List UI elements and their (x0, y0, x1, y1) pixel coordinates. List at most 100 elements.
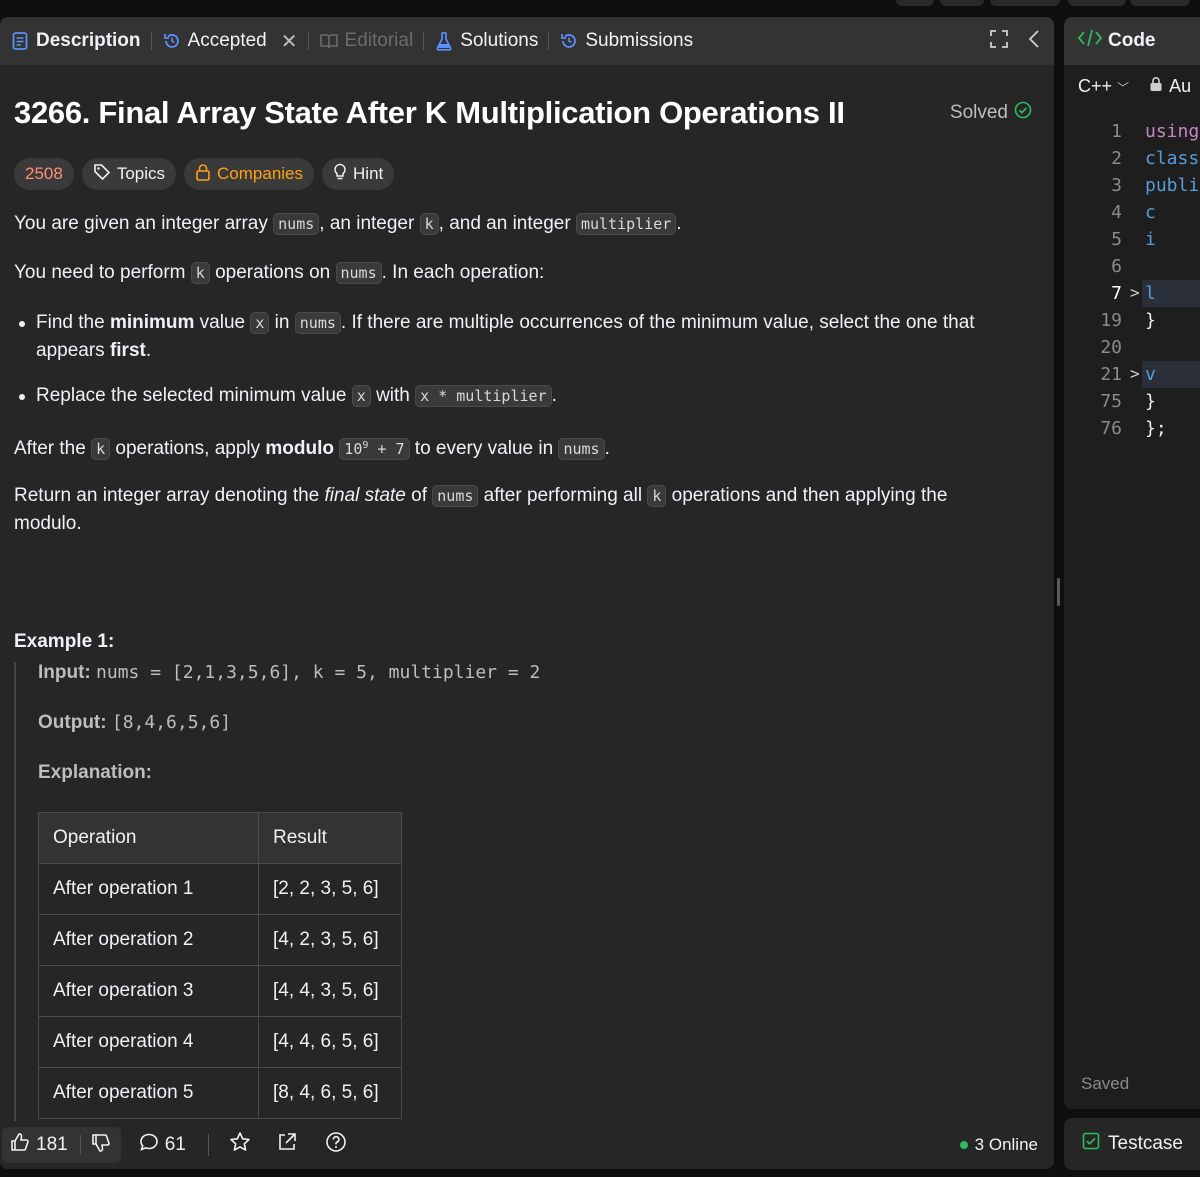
problem-title[interactable]: 3266. Final Array State After K Multipli… (14, 95, 845, 131)
bottom-toolbar: 181 61 3 Online (0, 1121, 1054, 1169)
topics-chip[interactable]: Topics (81, 158, 177, 190)
text: Replace the selected minimum value (36, 385, 352, 406)
tab-solutions[interactable]: Solutions (434, 17, 538, 65)
share-icon (277, 1132, 297, 1158)
fold-chevron-icon[interactable]: > (1130, 364, 1140, 383)
code-nums: nums (335, 262, 382, 284)
document-icon (10, 31, 30, 51)
close-icon[interactable]: ✕ (281, 29, 298, 54)
code-brackets-icon (1077, 29, 1103, 53)
text: , an integer (319, 213, 420, 234)
book-icon (319, 31, 339, 51)
table-cell: After operation 1 (38, 863, 259, 915)
text: Find the (36, 312, 110, 333)
code-line: 6 (1064, 253, 1200, 280)
code-line: 19 } (1064, 307, 1200, 334)
code-x: x (250, 312, 270, 334)
tab-accepted[interactable]: Accepted ✕ (162, 17, 298, 65)
text: You are given an integer array (14, 213, 274, 234)
text: . In each operation: (381, 262, 545, 283)
topics-label: Topics (116, 164, 166, 183)
comments-button[interactable]: 61 (139, 1132, 186, 1158)
language-select[interactable]: C++ ﹀ (1078, 76, 1129, 97)
auto-toggle[interactable]: Au (1149, 76, 1191, 97)
code-nums: nums (432, 485, 479, 507)
panel-resize-handle[interactable] (1057, 578, 1060, 606)
fold-chevron-icon[interactable]: > (1130, 283, 1140, 302)
text: + 7 (368, 440, 405, 458)
top-nub (940, 0, 984, 6)
dislike-button[interactable] (81, 1133, 121, 1158)
table-cell: After operation 5 (38, 1067, 259, 1119)
example-title: Example 1: (14, 631, 115, 652)
tab-label: Description (36, 30, 141, 51)
tab-submissions[interactable]: Submissions (559, 17, 693, 65)
desc-paragraph-4: Return an integer array denoting the fin… (14, 482, 1014, 538)
bullet-dot (19, 321, 25, 327)
comment-count: 61 (164, 1134, 186, 1155)
code-nums: nums (294, 312, 341, 334)
text: Return an integer array denoting the (14, 485, 325, 506)
code-line: 1 using (1064, 118, 1200, 145)
code-line: 20 (1064, 334, 1200, 361)
table-cell: [4, 4, 3, 5, 6] (258, 965, 402, 1017)
save-status: Saved (1081, 1074, 1130, 1093)
code-multiplier: multiplier (575, 213, 677, 235)
code-line: 2 class (1064, 145, 1200, 172)
tab-divider (307, 32, 309, 50)
code-text: v (1145, 364, 1156, 385)
language-label: C++ (1078, 75, 1113, 96)
hint-chip[interactable]: Hint (322, 158, 395, 190)
text: operations on (209, 262, 336, 283)
tab-divider (548, 32, 550, 50)
code-text: }; (1145, 418, 1167, 439)
table-cell: After operation 2 (38, 914, 259, 966)
code-panel-title: Code (1108, 30, 1156, 51)
companies-label: Companies (217, 164, 304, 183)
example-output: Output: [8,4,6,5,6] (38, 712, 231, 734)
line-number: 4 (1111, 202, 1122, 223)
table-cell: [4, 2, 3, 5, 6] (258, 914, 402, 966)
tab-label: Submissions (585, 30, 694, 51)
code-text: using (1145, 121, 1200, 142)
text: value (194, 312, 251, 333)
share-button[interactable] (277, 1132, 297, 1158)
companies-chip[interactable]: Companies (184, 158, 315, 190)
fullscreen-icon[interactable] (990, 29, 1008, 53)
favorite-button[interactable] (229, 1131, 251, 1159)
code-line: 75 } (1064, 388, 1200, 415)
thumbs-down-icon (91, 1133, 111, 1158)
line-number: 75 (1100, 391, 1122, 412)
tabbar-actions (990, 17, 1040, 65)
code-modulus: 109 + 7 (339, 438, 410, 460)
bold-text: modulo (265, 438, 335, 459)
tab-description[interactable]: Description (10, 17, 141, 65)
line-number: 20 (1100, 337, 1122, 358)
output-value: [8,4,6,5,6] (111, 712, 232, 733)
table-row: After operation 2 [4, 2, 3, 5, 6] (38, 914, 402, 966)
code-x: x (351, 385, 371, 407)
line-number: 2 (1111, 148, 1122, 169)
column-header: Operation (38, 812, 259, 864)
lightbulb-icon (333, 163, 347, 186)
question-circle-icon (325, 1131, 347, 1159)
code-editor[interactable]: 1 using 2 class 3 publi 4 c 5 i 6 7 > l 19 }… (1064, 118, 1200, 458)
testcase-tab[interactable]: Testcase (1064, 1118, 1200, 1170)
text: . (604, 438, 610, 459)
tab-label: Solutions (460, 30, 539, 51)
tab-divider (423, 32, 425, 50)
text: . (676, 213, 682, 234)
code-line: 4 c (1064, 199, 1200, 226)
collapse-left-icon[interactable] (1028, 29, 1040, 53)
top-strip (0, 0, 1200, 16)
online-count: 3 Online (974, 1135, 1038, 1154)
bullet-item-1: Find the minimum value x in nums. If the… (14, 309, 1024, 369)
help-button[interactable] (325, 1131, 347, 1159)
like-button[interactable]: 181 (2, 1132, 80, 1158)
tab-editorial[interactable]: Editorial (319, 17, 413, 65)
table-row: After operation 3 [4, 4, 3, 5, 6] (38, 965, 402, 1017)
table-row: After operation 1 [2, 2, 3, 5, 6] (38, 863, 402, 915)
text: . (145, 340, 152, 361)
code-panel: Code C++ ﹀ Au 1 using 2 class 3 publi 4 c 5… (1064, 17, 1200, 1109)
code-line: 21 > v (1064, 361, 1200, 388)
